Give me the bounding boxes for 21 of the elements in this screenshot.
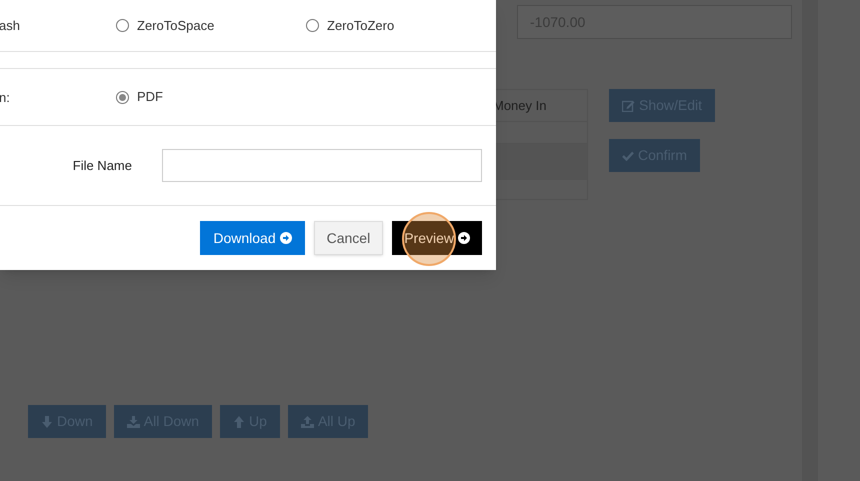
check-icon: [622, 150, 634, 160]
download-icon: [126, 416, 140, 428]
edit-icon: [622, 100, 635, 112]
click-indicator: [402, 212, 456, 266]
arrow-down-icon: [41, 416, 53, 428]
upload-icon: [300, 416, 314, 428]
radio-option[interactable]: ZeroToSpace: [116, 16, 306, 36]
download-button[interactable]: Download: [200, 221, 305, 255]
radio-option[interactable]: PDF: [116, 87, 306, 107]
radio-button[interactable]: [116, 19, 129, 32]
file-name-label: File Name: [72, 156, 132, 175]
radio-option[interactable]: ZeroToZero: [306, 16, 496, 36]
arrow-right-circle-icon: [280, 232, 292, 244]
arrow-up-icon: [233, 416, 246, 428]
preview-button[interactable]: Preview: [392, 221, 482, 255]
arrow-right-circle-icon: [458, 232, 470, 244]
field-label: n:: [0, 89, 11, 107]
radio-button[interactable]: [306, 19, 319, 32]
radio-button[interactable]: [116, 90, 129, 104]
file-name-field[interactable]: [162, 149, 482, 182]
cancel-button[interactable]: Cancel: [314, 221, 384, 255]
